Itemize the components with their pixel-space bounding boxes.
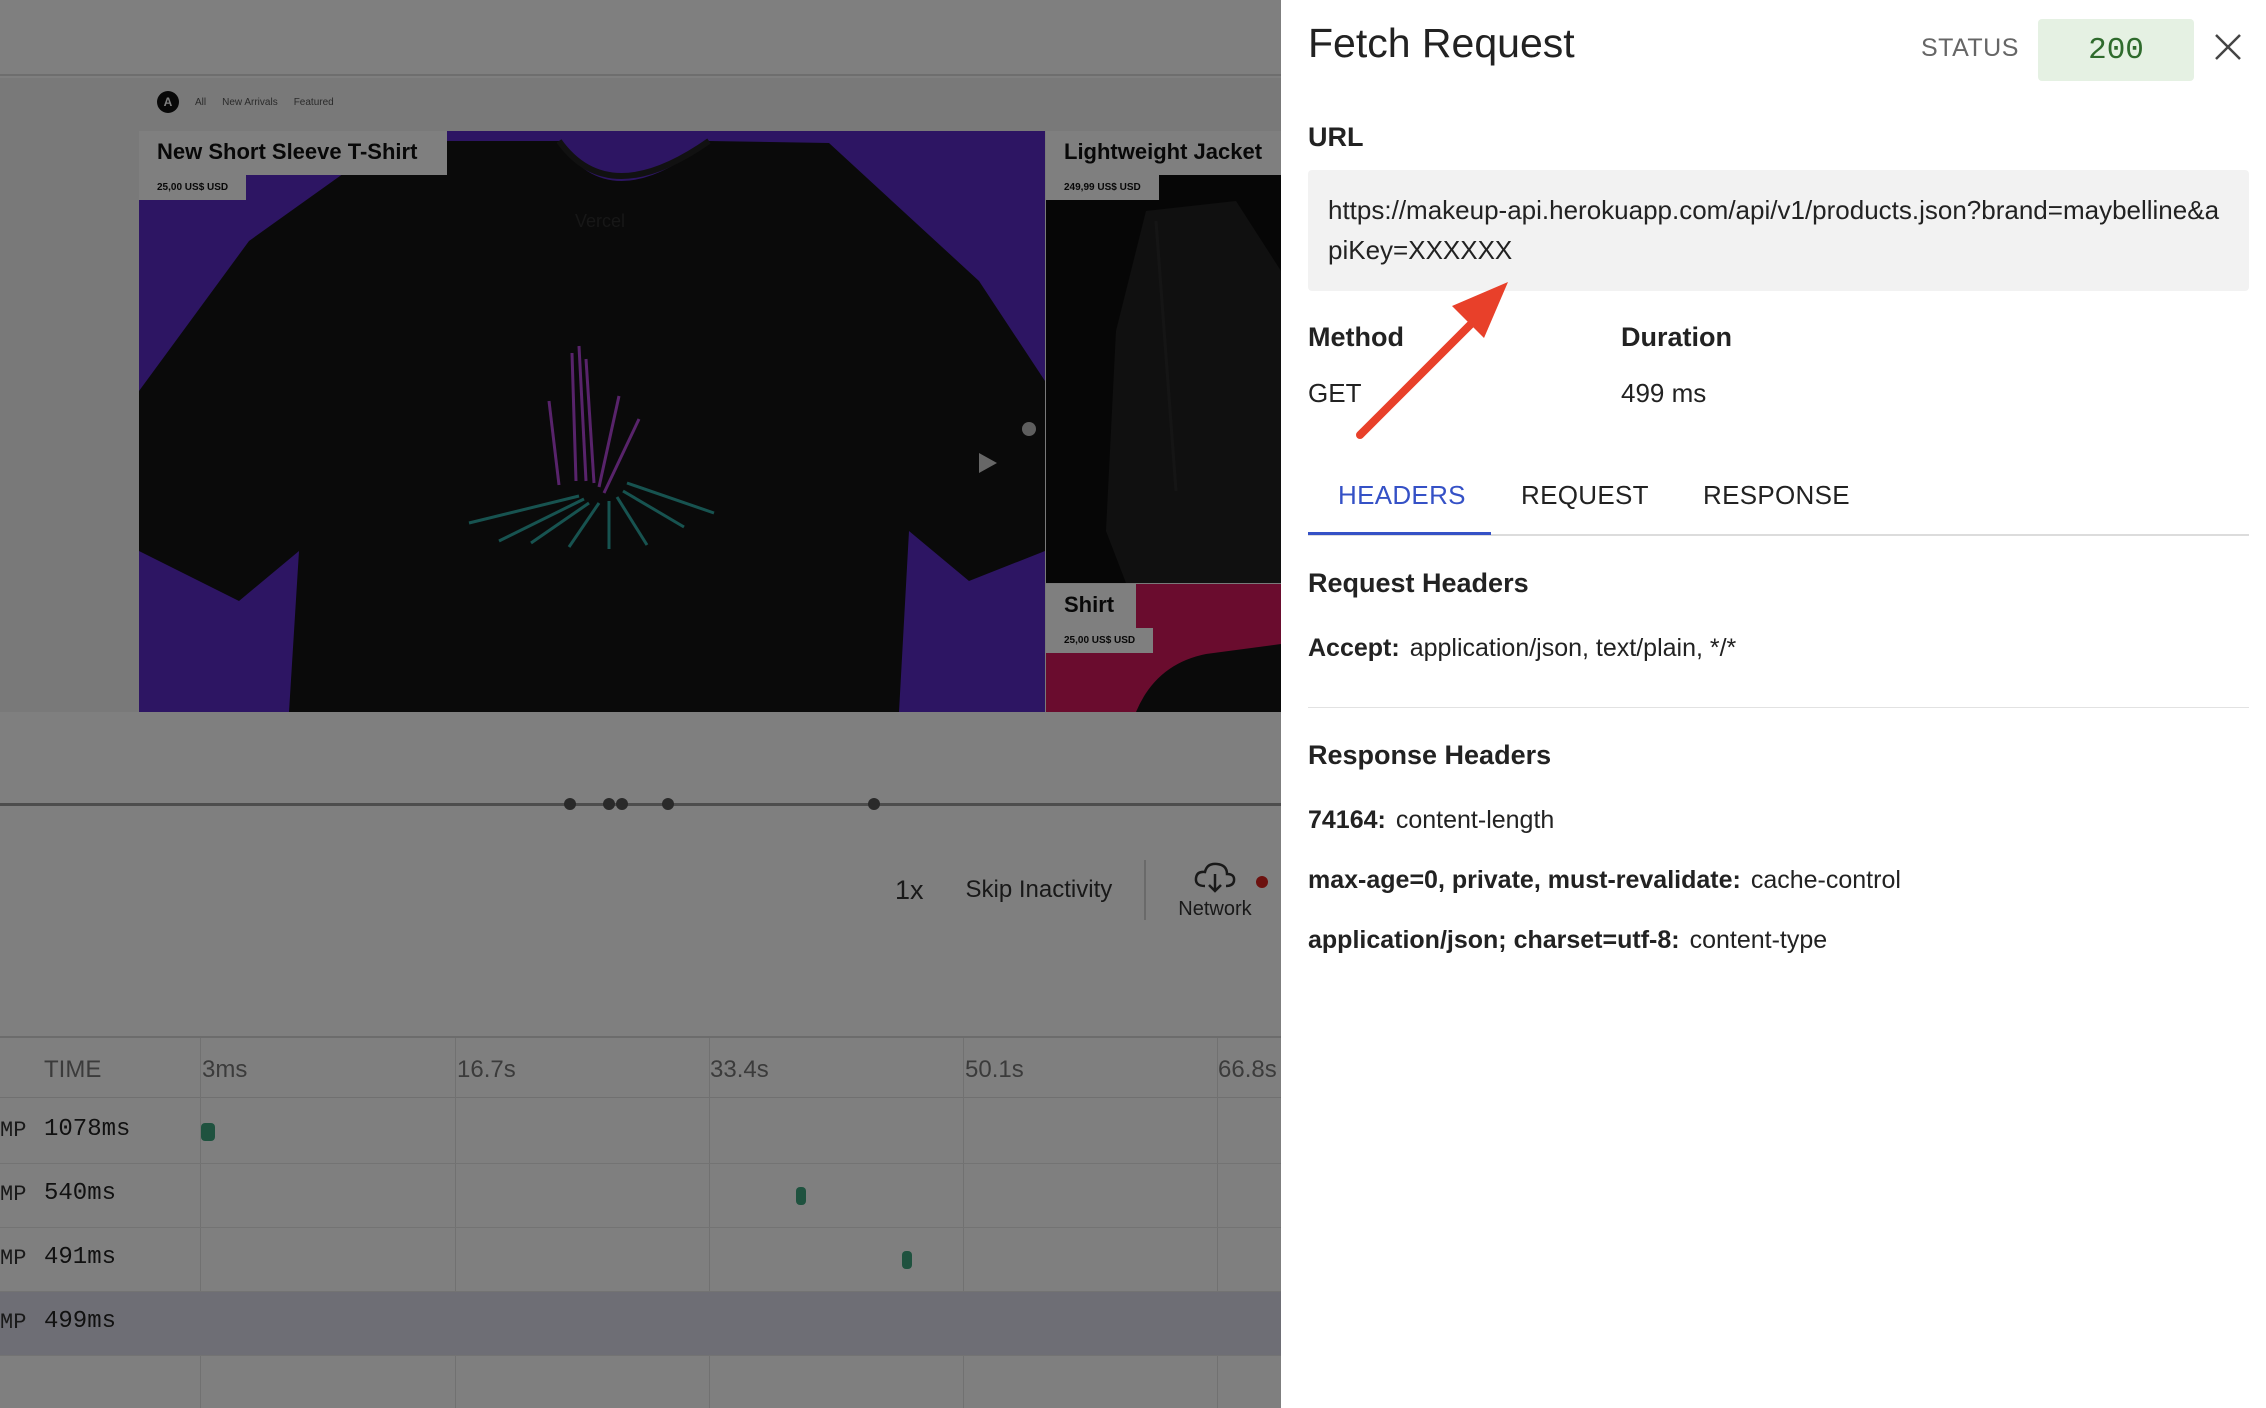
duration-value: 499 ms	[1621, 378, 1707, 408]
status-badge: 200	[2038, 19, 2194, 81]
store-link-new-arrivals: New Arrivals	[222, 96, 278, 108]
product-name-jacket: Lightweight Jacket	[1064, 139, 1263, 164]
request-header-row: Accept: application/json, text/plain, */*	[1308, 634, 1736, 663]
status-label: STATUS	[1921, 34, 2019, 62]
detail-tabs: HEADERS REQUEST RESPONSE	[1308, 466, 2249, 536]
product-price-tshirt: 25,00 US$ USD	[139, 175, 247, 200]
close-icon	[2215, 34, 2241, 60]
tshirt-image: Vercel	[139, 138, 1045, 712]
replay-top-bar	[0, 0, 1281, 76]
active-tab-indicator	[1308, 532, 1491, 535]
timeline-tick: 33.4s	[710, 1056, 769, 1083]
request-headers-title: Request Headers	[1308, 568, 1529, 598]
request-detail-panel: Fetch Request STATUS 200 URL https://mak…	[1281, 0, 2266, 1408]
store-nav: A All New Arrivals Featured	[157, 90, 334, 114]
section-divider	[1308, 707, 2249, 708]
product-name-shirt: Shirt	[1064, 592, 1115, 617]
header-key: max-age=0, private, must-revalidate:	[1308, 866, 1741, 894]
row-duration: 1078ms	[44, 1116, 131, 1143]
timeline-tick: 66.8s	[1218, 1056, 1277, 1083]
timeline-event-marker[interactable]	[662, 798, 674, 810]
request-timing-bar	[201, 1123, 215, 1141]
timeline-tick: 50.1s	[965, 1056, 1024, 1083]
playback-controls: 1x Skip Inactivity Network	[895, 860, 1268, 921]
session-replay-area: A All New Arrivals Featured Vercel New S…	[0, 0, 1281, 1408]
cloud-download-icon	[1194, 862, 1236, 893]
row-type: MP	[0, 1182, 27, 1207]
timeline-tick: 3ms	[202, 1056, 248, 1083]
controls-divider	[1144, 860, 1147, 920]
method-value: GET	[1308, 378, 1362, 408]
close-button[interactable]	[2211, 30, 2245, 64]
playback-speed-button[interactable]: 1x	[895, 875, 924, 906]
timeline-tick: 16.7s	[457, 1056, 516, 1083]
method-label: Method	[1308, 322, 1404, 352]
header-key: 74164:	[1308, 806, 1386, 834]
response-header-row: max-age=0, private, must-revalidate: cach…	[1308, 866, 1901, 895]
request-timing-bar	[796, 1187, 806, 1205]
row-type: MP	[0, 1118, 27, 1143]
product-label-shirt: Shirt	[1046, 584, 1136, 628]
row-duration: 499ms	[44, 1308, 117, 1335]
skip-inactivity-toggle[interactable]: Skip Inactivity	[966, 876, 1113, 904]
header-key: Accept:	[1308, 634, 1400, 662]
timeline-event-marker[interactable]	[603, 798, 615, 810]
header-value: application/json, text/plain, */*	[1409, 634, 1737, 662]
store-logo: A	[157, 91, 179, 113]
request-timing-bar	[902, 1251, 912, 1269]
panel-title: Fetch Request	[1308, 20, 1575, 66]
header-key: application/json; charset=utf-8:	[1308, 926, 1680, 954]
header-value: content-length	[1395, 806, 1555, 834]
tab-request[interactable]: REQUEST	[1521, 480, 1649, 511]
tab-headers[interactable]: HEADERS	[1338, 480, 1466, 511]
network-row[interactable]: MP 1078ms	[0, 1100, 1281, 1164]
network-row[interactable]: MP 540ms	[0, 1164, 1281, 1228]
store-link-all: All	[195, 96, 207, 108]
row-type: MP	[0, 1310, 27, 1335]
timeline-event-marker[interactable]	[564, 798, 576, 810]
row-duration: 491ms	[44, 1244, 117, 1271]
row-type: MP	[0, 1246, 27, 1271]
url-label: URL	[1308, 122, 1364, 152]
network-row-selected[interactable]: MP 499ms	[0, 1292, 1281, 1356]
response-header-row: 74164: content-length	[1308, 806, 1554, 835]
response-header-row: application/json; charset=utf-8: content-…	[1308, 926, 1827, 955]
timeline-event-marker[interactable]	[868, 798, 880, 810]
row-duration: 540ms	[44, 1180, 117, 1207]
timeline-track[interactable]	[0, 803, 1281, 806]
tshirt-print-text: Vercel	[575, 211, 625, 231]
network-waterfall-table: TIME 3ms 16.7s 33.4s 50.1s 66.8s MP 1078…	[0, 1036, 1281, 1408]
timeline-event-marker[interactable]	[616, 798, 628, 810]
product-label-jacket: Lightweight Jacket	[1046, 131, 1281, 175]
header-value: content-type	[1689, 926, 1828, 954]
store-link-featured: Featured	[293, 96, 334, 108]
tab-response[interactable]: RESPONSE	[1703, 480, 1850, 511]
duration-label: Duration	[1621, 322, 1732, 352]
network-activity-dot	[1255, 875, 1268, 888]
network-row[interactable]: MP 491ms	[0, 1228, 1281, 1292]
product-label-tshirt: New Short Sleeve T-Shirt	[139, 131, 447, 175]
time-column-header: TIME	[44, 1056, 102, 1083]
product-price-shirt: 25,00 US$ USD	[1046, 628, 1154, 653]
product-price-jacket: 249,99 US$ USD	[1046, 175, 1159, 200]
url-value: https://makeup-api.herokuapp.com/api/v1/…	[1308, 170, 2249, 291]
network-label: Network	[1178, 897, 1252, 920]
header-value: cache-control	[1750, 866, 1901, 894]
response-headers-title: Response Headers	[1308, 740, 1552, 770]
product-tile-tshirt: Vercel	[139, 131, 1045, 712]
product-name-tshirt: New Short Sleeve T-Shirt	[157, 139, 418, 164]
network-row	[0, 1356, 1281, 1408]
network-button[interactable]: Network	[1178, 860, 1268, 921]
network-table-header: TIME 3ms 16.7s 33.4s 50.1s 66.8s	[0, 1038, 1281, 1098]
